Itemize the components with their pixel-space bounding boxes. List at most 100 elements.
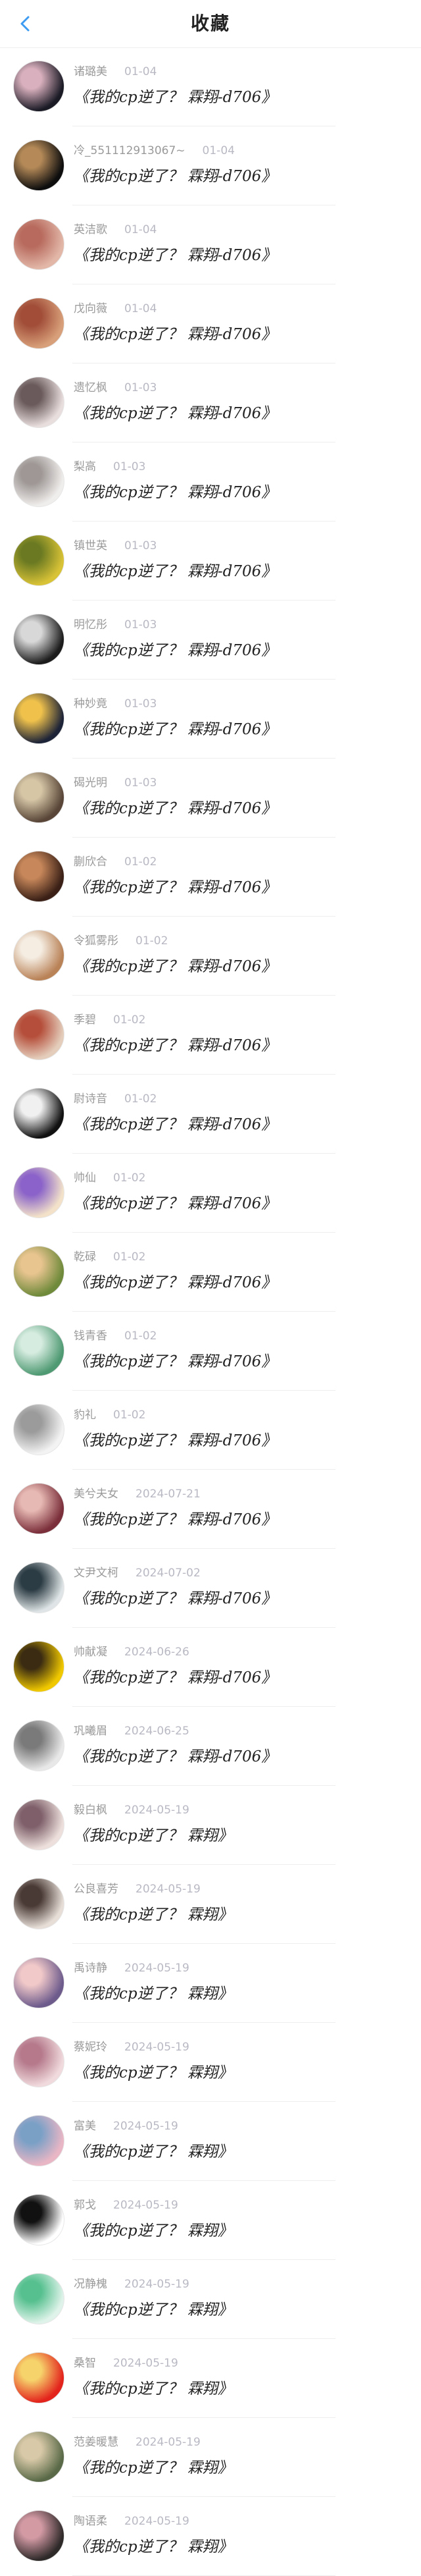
avatar[interactable] (13, 2194, 64, 2245)
book-title[interactable]: 《我的cp逆了？ 霖翔-d706》 (74, 400, 276, 423)
avatar[interactable] (13, 2036, 64, 2087)
book-title[interactable]: 《我的cp逆了？ 霖翔》 (74, 2297, 233, 2319)
list-item[interactable]: 尉诗音 01-02 《我的cp逆了？ 霖翔-d706》 (0, 1075, 421, 1154)
list-item[interactable]: 帅献凝 2024-06-26 《我的cp逆了？ 霖翔-d706》 (0, 1628, 421, 1707)
list-item[interactable]: 碣光明 01-03 《我的cp逆了？ 霖翔-d706》 (0, 759, 421, 838)
book-title[interactable]: 《我的cp逆了？ 霖翔》 (74, 2139, 233, 2161)
list-item[interactable]: 郭戈 2024-05-19 《我的cp逆了？ 霖翔》 (0, 2181, 421, 2260)
avatar[interactable] (13, 140, 64, 191)
avatar[interactable] (13, 1009, 64, 1060)
list-item[interactable]: 蔡妮玲 2024-05-19 《我的cp逆了？ 霖翔》 (0, 2023, 421, 2102)
list-item[interactable]: 文尹文柯 2024-07-02 《我的cp逆了？ 霖翔-d706》 (0, 1549, 421, 1628)
book-title[interactable]: 《我的cp逆了？ 霖翔-d706》 (74, 1586, 276, 1608)
book-title[interactable]: 《我的cp逆了？ 霖翔》 (74, 2376, 233, 2398)
book-title[interactable]: 《我的cp逆了？ 霖翔-d706》 (74, 1665, 276, 1687)
list-item[interactable]: 陶语柔 2024-05-19 《我的cp逆了？ 霖翔》 (0, 2497, 421, 2576)
list-item[interactable]: 英洁歌 01-04 《我的cp逆了？ 霖翔-d706》 (0, 205, 421, 284)
book-title[interactable]: 《我的cp逆了？ 霖翔-d706》 (74, 795, 276, 818)
avatar[interactable] (13, 1483, 64, 1534)
book-title[interactable]: 《我的cp逆了？ 霖翔-d706》 (74, 874, 276, 897)
avatar[interactable] (13, 1641, 64, 1692)
list-item[interactable]: 美兮夫女 2024-07-21 《我的cp逆了？ 霖翔-d706》 (0, 1470, 421, 1549)
avatar[interactable] (13, 693, 64, 744)
book-title[interactable]: 《我的cp逆了？ 霖翔-d706》 (74, 637, 276, 660)
item-meta: 帅献凝 2024-06-26 (74, 1642, 189, 1659)
avatar[interactable] (13, 1957, 64, 2008)
list-item[interactable]: 戊向薇 01-04 《我的cp逆了？ 霖翔-d706》 (0, 284, 421, 363)
book-title[interactable]: 《我的cp逆了？ 霖翔-d706》 (74, 1744, 276, 1766)
book-title[interactable]: 《我的cp逆了？ 霖翔-d706》 (74, 1112, 276, 1134)
list-item[interactable]: 明忆彤 01-03 《我的cp逆了？ 霖翔-d706》 (0, 601, 421, 680)
user-name: 公良喜芳 (74, 1883, 118, 1896)
avatar[interactable] (13, 2352, 64, 2403)
avatar[interactable] (13, 219, 64, 270)
book-title[interactable]: 《我的cp逆了？ 霖翔-d706》 (74, 1270, 276, 1292)
book-title[interactable]: 《我的cp逆了？ 霖翔-d706》 (74, 558, 276, 581)
list-item[interactable]: 蒯欣合 01-02 《我的cp逆了？ 霖翔-d706》 (0, 838, 421, 917)
avatar[interactable] (13, 535, 64, 586)
book-title[interactable]: 《我的cp逆了？ 霖翔》 (74, 2060, 233, 2082)
avatar[interactable] (13, 930, 64, 981)
list-item[interactable]: 乾碌 01-02 《我的cp逆了？ 霖翔-d706》 (0, 1233, 421, 1312)
list-item[interactable]: 富美 2024-05-19 《我的cp逆了？ 霖翔》 (0, 2102, 421, 2181)
list-item[interactable]: 况静槐 2024-05-19 《我的cp逆了？ 霖翔》 (0, 2260, 421, 2339)
avatar[interactable] (13, 1246, 64, 1297)
list-item[interactable]: 季碧 01-02 《我的cp逆了？ 霖翔-d706》 (0, 996, 421, 1075)
list-item[interactable]: 镇世英 01-03 《我的cp逆了？ 霖翔-d706》 (0, 522, 421, 601)
book-title[interactable]: 《我的cp逆了？ 霖翔-d706》 (74, 321, 276, 344)
avatar[interactable] (13, 2115, 64, 2166)
list-item[interactable]: 桑智 2024-05-19 《我的cp逆了？ 霖翔》 (0, 2339, 421, 2418)
list-item[interactable]: 豹礼 01-02 《我的cp逆了？ 霖翔-d706》 (0, 1391, 421, 1470)
list-item[interactable]: 冷_551112913067~ 01-04 《我的cp逆了？ 霖翔-d706》 (0, 126, 421, 205)
avatar[interactable] (13, 1088, 64, 1139)
list-item[interactable]: 钱青香 01-02 《我的cp逆了？ 霖翔-d706》 (0, 1312, 421, 1391)
list-item[interactable]: 诸璐美 01-04 《我的cp逆了？ 霖翔-d706》 (0, 47, 421, 126)
avatar[interactable] (13, 1720, 64, 1771)
avatar[interactable] (13, 1562, 64, 1613)
list-item[interactable]: 遗忆枫 01-03 《我的cp逆了？ 霖翔-d706》 (0, 363, 421, 443)
avatar[interactable] (13, 772, 64, 823)
book-title[interactable]: 《我的cp逆了？ 霖翔》 (74, 2534, 233, 2556)
book-title[interactable]: 《我的cp逆了？ 霖翔-d706》 (74, 1033, 276, 1055)
avatar[interactable] (13, 851, 64, 902)
book-title[interactable]: 《我的cp逆了？ 霖翔》 (74, 2218, 233, 2240)
avatar[interactable] (13, 1325, 64, 1376)
book-title[interactable]: 《我的cp逆了？ 霖翔》 (74, 1902, 233, 1924)
avatar[interactable] (13, 1878, 64, 1929)
book-title[interactable]: 《我的cp逆了？ 霖翔-d706》 (74, 716, 276, 739)
list-item[interactable]: 禹诗静 2024-05-19 《我的cp逆了？ 霖翔》 (0, 1944, 421, 2023)
book-title[interactable]: 《我的cp逆了？ 霖翔》 (74, 1823, 233, 1845)
list-item[interactable]: 巩曦眉 2024-06-25 《我的cp逆了？ 霖翔-d706》 (0, 1707, 421, 1786)
list-item[interactable]: 帅仙 01-02 《我的cp逆了？ 霖翔-d706》 (0, 1154, 421, 1233)
avatar[interactable] (13, 456, 64, 507)
user-name: 季碧 (74, 1013, 96, 1027)
list-item[interactable]: 毅白枫 2024-05-19 《我的cp逆了？ 霖翔》 (0, 1786, 421, 1865)
avatar[interactable] (13, 2431, 64, 2482)
book-title[interactable]: 《我的cp逆了？ 霖翔-d706》 (74, 1507, 276, 1529)
avatar[interactable] (13, 2510, 64, 2562)
list-item[interactable]: 公良喜芳 2024-05-19 《我的cp逆了？ 霖翔》 (0, 1865, 421, 1944)
book-title[interactable]: 《我的cp逆了？ 霖翔-d706》 (74, 242, 276, 265)
list-item[interactable]: 梨高 01-03 《我的cp逆了？ 霖翔-d706》 (0, 443, 421, 522)
list-item[interactable]: 令狐雾彤 01-02 《我的cp逆了？ 霖翔-d706》 (0, 917, 421, 996)
book-title[interactable]: 《我的cp逆了？ 霖翔-d706》 (74, 1349, 276, 1371)
book-title[interactable]: 《我的cp逆了？ 霖翔-d706》 (74, 479, 276, 502)
book-title[interactable]: 《我的cp逆了？ 霖翔-d706》 (74, 163, 276, 186)
avatar[interactable] (13, 298, 64, 349)
avatar[interactable] (13, 1799, 64, 1850)
list-item[interactable]: 种妙竟 01-03 《我的cp逆了？ 霖翔-d706》 (0, 680, 421, 759)
avatar[interactable] (13, 1404, 64, 1455)
book-title[interactable]: 《我的cp逆了？ 霖翔》 (74, 1981, 233, 2003)
book-title[interactable]: 《我的cp逆了？ 霖翔-d706》 (74, 953, 276, 976)
avatar[interactable] (13, 2273, 64, 2324)
avatar[interactable] (13, 1167, 64, 1218)
user-name: 文尹文柯 (74, 1567, 118, 1580)
avatar[interactable] (13, 614, 64, 665)
avatar[interactable] (13, 61, 64, 112)
book-title[interactable]: 《我的cp逆了？ 霖翔》 (74, 2455, 233, 2477)
list-item[interactable]: 范姜暖慧 2024-05-19 《我的cp逆了？ 霖翔》 (0, 2418, 421, 2497)
book-title[interactable]: 《我的cp逆了？ 霖翔-d706》 (74, 1191, 276, 1213)
book-title[interactable]: 《我的cp逆了？ 霖翔-d706》 (74, 1428, 276, 1450)
avatar[interactable] (13, 377, 64, 428)
book-title[interactable]: 《我的cp逆了？ 霖翔-d706》 (74, 84, 276, 107)
